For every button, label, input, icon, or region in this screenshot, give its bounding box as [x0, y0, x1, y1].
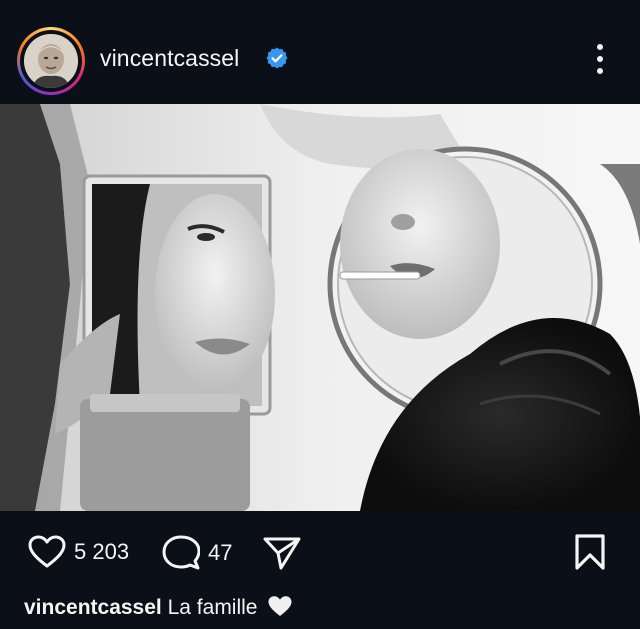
action-bar: 5 203 47 — [0, 511, 640, 591]
more-dot — [597, 44, 603, 50]
story-ring[interactable] — [17, 27, 85, 95]
post-photo[interactable] — [0, 104, 640, 511]
caption-text: La famille — [167, 596, 258, 619]
more-options-icon[interactable] — [590, 38, 610, 80]
comment-icon[interactable] — [162, 535, 200, 571]
photo-image — [0, 104, 640, 511]
post-header: vincentcassel — [0, 0, 640, 104]
verified-badge-icon — [266, 47, 288, 69]
like-count[interactable]: 5 203 — [74, 539, 129, 565]
avatar[interactable] — [24, 34, 78, 88]
like-group: 5 203 — [27, 535, 129, 569]
caption-username[interactable]: vincentcassel — [24, 596, 162, 619]
heart-icon[interactable] — [27, 535, 67, 569]
bookmark-icon[interactable] — [573, 533, 607, 571]
share-icon[interactable] — [262, 535, 302, 571]
caption: vincentcassel La famille — [24, 595, 293, 621]
username[interactable]: vincentcassel — [100, 44, 239, 72]
white-heart-icon — [268, 596, 292, 616]
save-group — [573, 533, 607, 571]
more-dot — [597, 56, 603, 62]
comment-count[interactable]: 47 — [208, 540, 232, 566]
avatar-border — [20, 30, 82, 92]
more-dot — [597, 68, 603, 74]
share-group — [262, 535, 302, 571]
comment-group: 47 — [162, 535, 232, 571]
